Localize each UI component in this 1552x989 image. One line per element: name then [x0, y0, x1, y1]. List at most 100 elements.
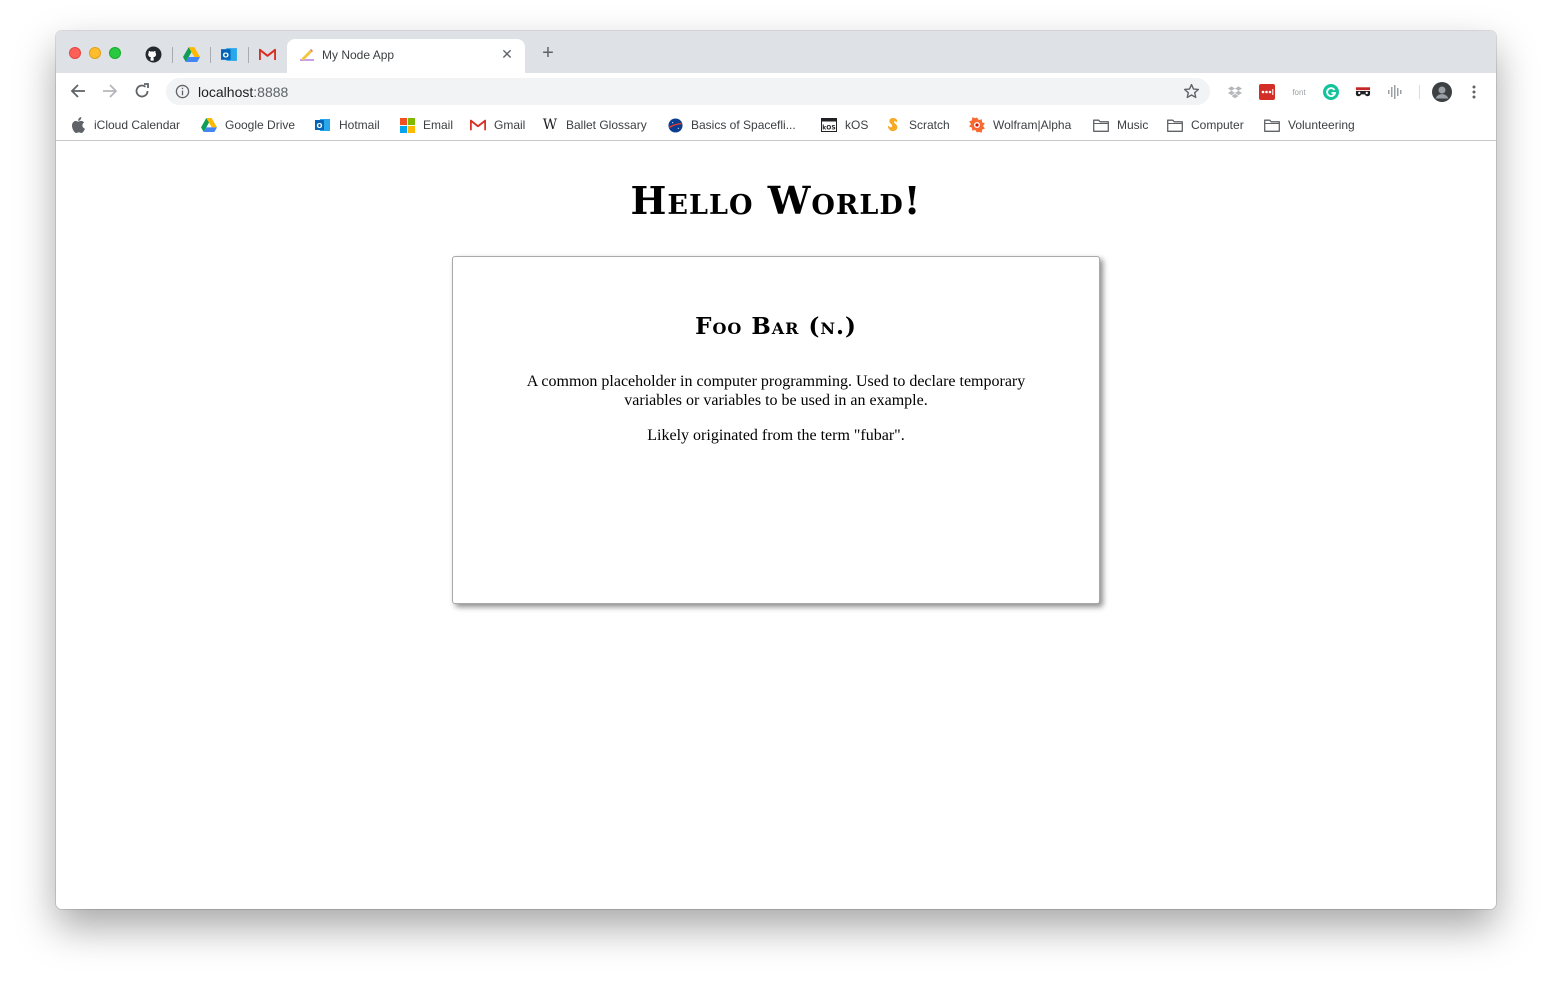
folder-icon: [1167, 117, 1183, 133]
url-host: localhost: [198, 84, 254, 100]
toolbar-separator: [1419, 85, 1420, 99]
bookmark-basics-of-spaceflight[interactable]: Basics of Spacefli...: [667, 115, 796, 135]
bookmark-label: Google Drive: [225, 118, 296, 132]
info-icon[interactable]: [175, 84, 190, 99]
minimize-window-button[interactable]: [89, 47, 101, 59]
avatar-icon: [1432, 82, 1452, 102]
bookmark-label: Email: [423, 118, 454, 132]
pencil-icon: [300, 49, 314, 61]
microsoft-icon: [399, 117, 415, 133]
bookmark-scratch[interactable]: Scratch: [885, 115, 950, 135]
bookmark-label: Wolfram|Alpha: [993, 118, 1072, 132]
bookmarks-bar: iCloud Calendar Google Drive O Hotmail E…: [56, 109, 1496, 141]
tab-strip: O My Node App ✕ +: [56, 31, 1496, 73]
bookmark-google-drive[interactable]: Google Drive: [201, 115, 295, 135]
address-bar[interactable]: localhost:8888: [166, 78, 1210, 105]
chrome-menu-button[interactable]: [1466, 84, 1482, 100]
nasa-icon: [667, 117, 683, 133]
pinned-tab-github[interactable]: [144, 45, 162, 63]
page-content: Hello World! Foo Bar (n.) A common place…: [56, 142, 1496, 909]
audio-extension[interactable]: [1387, 84, 1403, 100]
reload-icon: [135, 83, 149, 98]
folder-icon: [1093, 117, 1109, 133]
bookmark-label: Volunteering: [1288, 118, 1355, 132]
reload-button[interactable]: [132, 81, 152, 101]
svg-text:O: O: [222, 50, 228, 59]
bookmark-icloud-calendar[interactable]: iCloud Calendar: [70, 115, 180, 135]
google-drive-icon: [201, 117, 217, 133]
dropbox-extension[interactable]: [1227, 84, 1243, 100]
back-button[interactable]: [68, 81, 88, 101]
tab-title: My Node App: [322, 48, 395, 62]
github-icon: [145, 46, 161, 62]
profile-avatar[interactable]: [1432, 82, 1452, 102]
bookmark-label: Gmail: [494, 118, 526, 132]
page-title: Hello World!: [630, 178, 922, 223]
kos-icon: kOS: [821, 117, 837, 133]
tab-my-node-app[interactable]: My Node App ✕: [287, 39, 525, 73]
bookmark-hotmail[interactable]: O Hotmail: [315, 115, 380, 135]
bookmark-folder-computer[interactable]: Computer: [1167, 115, 1244, 135]
scratch-icon: [885, 117, 901, 133]
folder-icon: [1264, 117, 1280, 133]
toolbar: localhost:8888 font: [56, 73, 1496, 109]
bookmark-label: iCloud Calendar: [94, 118, 181, 132]
gmail-icon: [258, 48, 276, 60]
lastpass-icon: [1259, 84, 1275, 100]
grammarly-extension[interactable]: [1323, 84, 1339, 100]
bookmark-label: Ballet Glossary: [566, 118, 647, 132]
outlook-icon: O: [315, 117, 331, 133]
pinned-tab-outlook[interactable]: O: [220, 45, 238, 63]
forward-button[interactable]: [100, 81, 120, 101]
svg-text:kOS: kOS: [822, 125, 835, 132]
bookmark-folder-music[interactable]: Music: [1093, 115, 1148, 135]
pinned-tab-gmail[interactable]: [258, 45, 276, 63]
bookmark-label: Hotmail: [339, 118, 380, 132]
wikipedia-icon: W: [542, 117, 558, 133]
card-paragraph-origin: Likely originated from the term "fubar".: [647, 427, 905, 444]
bookmark-gmail[interactable]: Gmail: [470, 115, 525, 135]
wolfram-icon: [969, 117, 985, 133]
privacy-extension[interactable]: [1355, 84, 1371, 100]
gmail-icon: [470, 117, 486, 133]
new-tab-button[interactable]: +: [538, 43, 558, 63]
tab-separator: [248, 47, 249, 63]
card-paragraph-definition: A common placeholder in computer program…: [526, 373, 1026, 409]
arrow-right-icon: [103, 84, 118, 98]
star-icon[interactable]: [1183, 83, 1200, 100]
bookmark-ballet-glossary[interactable]: W Ballet Glossary: [542, 115, 647, 135]
waveform-icon: [1388, 85, 1402, 99]
bookmark-wolfram-alpha[interactable]: Wolfram|Alpha: [969, 115, 1071, 135]
bookmark-label: Computer: [1191, 118, 1244, 132]
tab-separator: [172, 47, 173, 63]
bookmark-email[interactable]: Email: [399, 115, 453, 135]
mask-icon: [1355, 87, 1371, 97]
zoom-window-button[interactable]: [109, 47, 121, 59]
bookmark-label: Scratch: [909, 118, 950, 132]
close-window-button[interactable]: [69, 47, 81, 59]
bookmark-label: kOS: [845, 118, 869, 132]
url-port: :8888: [253, 84, 289, 100]
close-tab-icon[interactable]: ✕: [499, 46, 515, 62]
url-text[interactable]: localhost:8888: [198, 84, 288, 100]
arrow-left-icon: [70, 84, 85, 98]
bookmark-kos[interactable]: kOS kOS: [821, 115, 868, 135]
google-drive-icon: [182, 46, 200, 62]
svg-text:O: O: [317, 122, 323, 130]
outlook-icon: O: [220, 47, 237, 61]
font-extension-label: font: [1292, 87, 1306, 97]
lastpass-extension[interactable]: [1259, 84, 1275, 100]
bookmark-label: Basics of Spacefli...: [691, 118, 796, 132]
tab-separator: [210, 47, 211, 63]
fontface-extension[interactable]: font: [1291, 84, 1307, 100]
pinned-tab-google-drive[interactable]: [182, 45, 200, 63]
grammarly-icon: [1323, 84, 1339, 100]
card-title: Foo Bar (n.): [695, 313, 857, 340]
more-vertical-icon: [1472, 85, 1476, 99]
browser-window: O My Node App ✕ + localhost:8888 font iC…: [56, 31, 1496, 909]
definition-card: Foo Bar (n.) A common placeholder in com…: [452, 256, 1100, 604]
apple-icon: [70, 117, 86, 133]
dropbox-icon: [1228, 85, 1242, 98]
bookmark-folder-volunteering[interactable]: Volunteering: [1264, 115, 1355, 135]
bookmark-label: Music: [1117, 118, 1149, 132]
